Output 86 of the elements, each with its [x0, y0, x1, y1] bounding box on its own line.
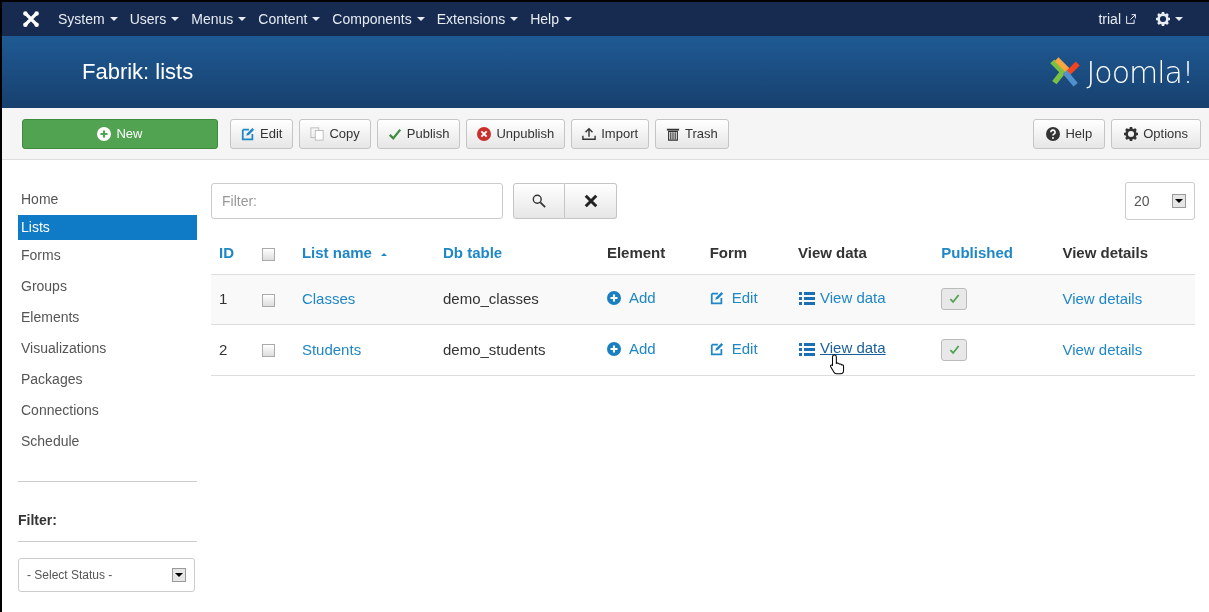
sidebar-item[interactable]: Visualizations [18, 333, 197, 364]
trash-icon [666, 126, 681, 141]
sidebar-item[interactable]: Groups [18, 271, 197, 302]
check-icon [948, 293, 960, 305]
toolbar-button[interactable]: Trash [655, 118, 729, 149]
sidebar-item[interactable]: Home [18, 184, 197, 215]
table-cell: 2 [219, 340, 228, 358]
edit-icon [709, 342, 724, 356]
column-header-link[interactable]: Db table [442, 242, 503, 265]
toolbar-button[interactable]: Import [571, 118, 650, 149]
upload-icon [582, 126, 597, 141]
sidebar-item[interactable]: Forms [18, 240, 197, 271]
toolbar-button[interactable]: Publish [376, 118, 461, 149]
sidebar-item[interactable]: Elements [18, 302, 197, 333]
column-header: View details [1062, 244, 1149, 261]
brand-name: Joomla! [1086, 53, 1193, 92]
checkbox[interactable] [261, 247, 275, 261]
table-cell: demo_classes [442, 290, 539, 308]
checkbox[interactable] [261, 344, 275, 358]
sidebar-item[interactable]: Packages [18, 364, 197, 395]
table-cell: 1 [219, 290, 228, 308]
toolbar-button[interactable]: Edit [230, 118, 294, 149]
view-data-link[interactable]: View data [798, 337, 886, 360]
joomla-logo-icon [22, 10, 40, 28]
column-header-link[interactable]: ID [219, 242, 234, 265]
settings-icon [1124, 126, 1139, 141]
error-icon [477, 126, 492, 141]
list-icon [798, 289, 816, 306]
sort-caret-icon [379, 250, 388, 257]
menu-item[interactable]: Help [530, 8, 572, 30]
menu-item[interactable]: Components [332, 8, 425, 30]
list-icon [798, 340, 816, 357]
edit-icon [709, 291, 724, 306]
toolbar-button[interactable]: Unpublish [466, 118, 566, 149]
help-icon [1046, 126, 1061, 141]
column-header: Element [606, 244, 666, 261]
close-icon [583, 194, 598, 208]
copy-icon [310, 126, 325, 141]
page-size-select[interactable]: 20 [1125, 182, 1195, 220]
edit-link[interactable]: Edit [709, 337, 758, 361]
sidebar-item[interactable]: Schedule [18, 426, 197, 457]
user-link[interactable]: trial [1098, 8, 1136, 30]
clear-button[interactable] [565, 183, 617, 219]
view-data-link[interactable]: View data [798, 286, 886, 309]
plus-icon [606, 342, 621, 356]
table-cell: demo_students [442, 340, 546, 358]
add-link[interactable]: Add [606, 287, 656, 310]
checkbox[interactable] [261, 293, 275, 307]
sidebar-item[interactable]: Lists [18, 215, 197, 240]
settings-menu[interactable] [1156, 12, 1183, 26]
menu-item[interactable]: System [58, 8, 118, 30]
add-link[interactable]: Add [606, 337, 656, 361]
plus-icon [97, 126, 112, 141]
settings-icon [1156, 12, 1170, 26]
list-title-link[interactable]: Classes [301, 290, 356, 308]
page-title: Fabrik: lists [82, 58, 194, 86]
edit-link[interactable]: Edit [709, 287, 758, 310]
column-header-link[interactable]: List name [301, 242, 388, 265]
external-link-icon [1126, 14, 1136, 24]
toolbar-button[interactable]: Options [1111, 118, 1201, 149]
toolbar-button[interactable]: Help [1033, 118, 1106, 149]
sidebar-item[interactable]: Connections [18, 395, 197, 426]
check-icon [948, 344, 960, 356]
column-header: Form [709, 244, 748, 261]
column-header-link[interactable]: Published [941, 242, 1013, 265]
view-details-link[interactable]: View details [1062, 290, 1143, 308]
check-icon [387, 126, 402, 141]
edit-icon [241, 126, 255, 141]
plus-icon [606, 291, 621, 306]
filter-heading: Filter: [18, 511, 58, 530]
menu-item[interactable]: Users [129, 8, 180, 30]
status-select[interactable]: - Select Status - [18, 558, 195, 592]
published-toggle[interactable] [941, 338, 968, 361]
toolbar-button[interactable]: Copy [299, 118, 371, 149]
joomla-logo-icon [1048, 55, 1083, 89]
search-button[interactable] [513, 183, 565, 219]
menu-item[interactable]: Extensions [436, 8, 519, 30]
search-icon [532, 194, 546, 208]
menu-item[interactable]: Content [258, 8, 321, 30]
search-field[interactable]: Filter: [211, 183, 503, 219]
hand-cursor-icon [828, 353, 846, 376]
list-title-link[interactable]: Students [301, 340, 362, 358]
view-details-link[interactable]: View details [1062, 340, 1143, 358]
menu-item[interactable]: Menus [191, 8, 247, 30]
column-header: View data [798, 244, 867, 261]
published-toggle[interactable] [941, 287, 968, 310]
